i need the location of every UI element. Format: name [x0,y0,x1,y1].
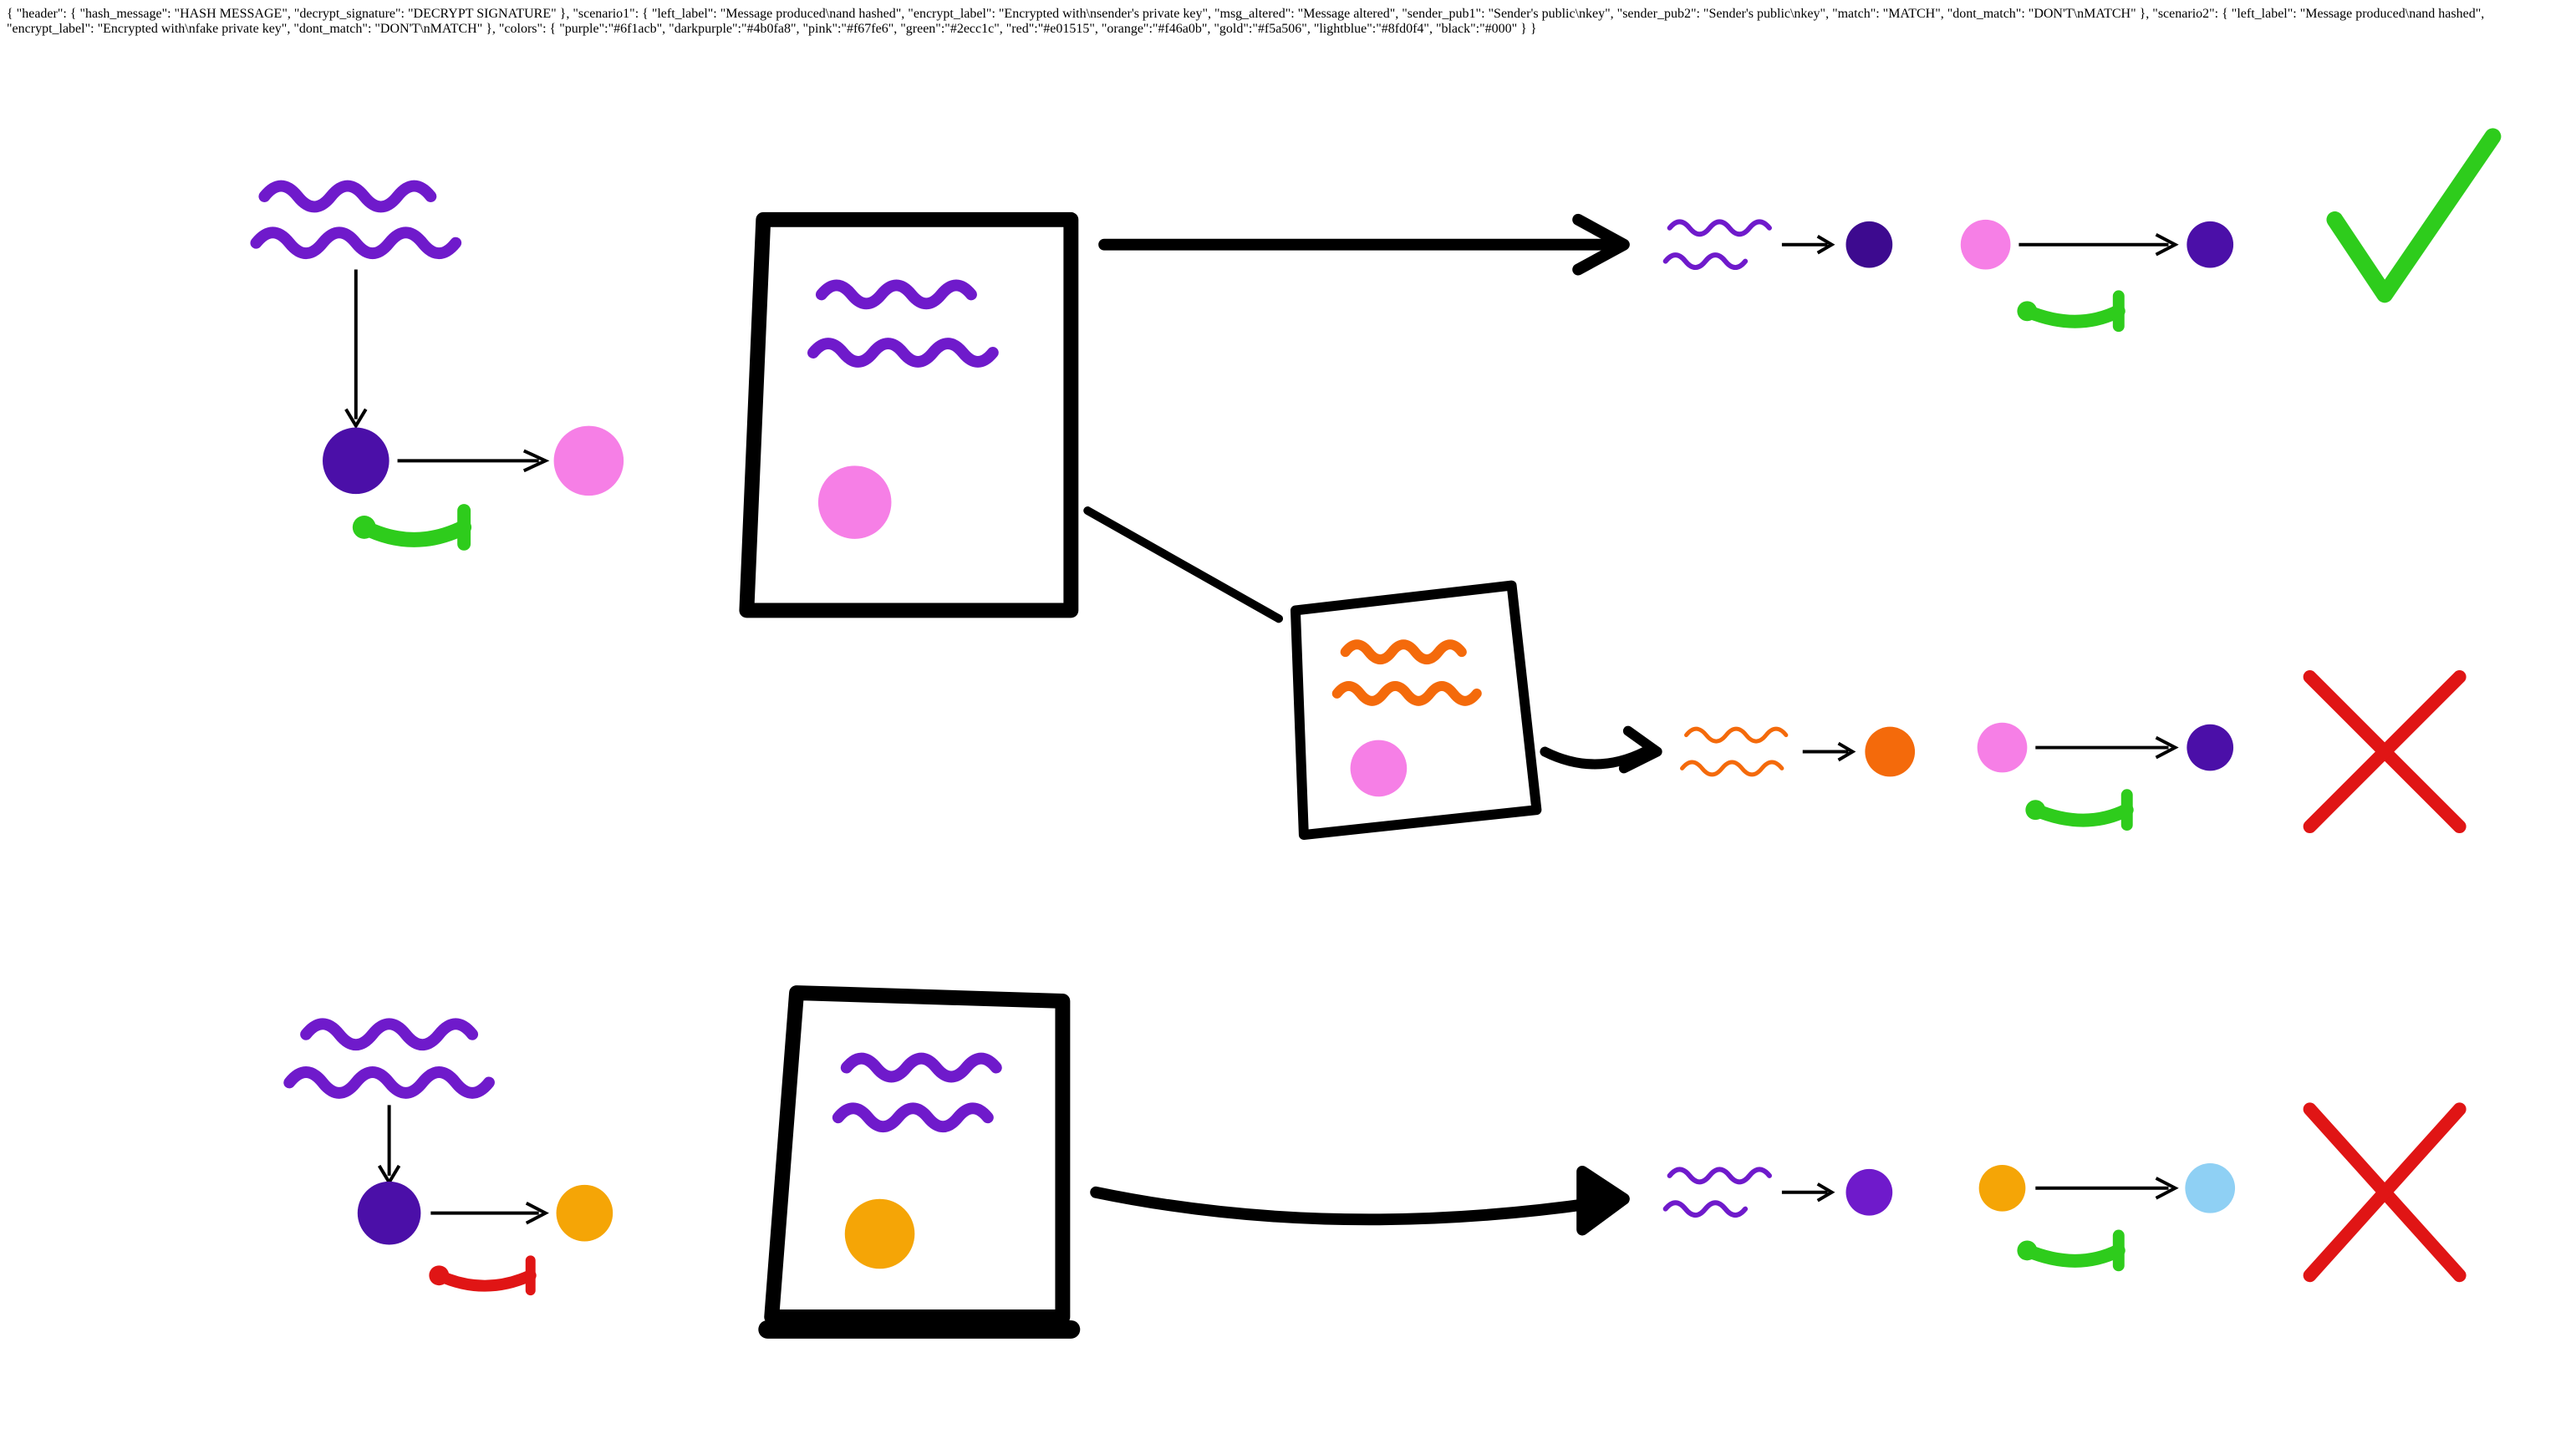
hash-dot-icon [358,1182,421,1245]
hash-squiggle-icon [1670,221,1769,234]
document-icon [771,993,1062,1317]
public-key-icon [2027,1250,2118,1260]
document-squiggle-icon [847,1059,996,1077]
altered-document-icon [1296,586,1536,835]
message-squiggle-icon [256,232,456,253]
public-key-icon [2035,810,2126,820]
decrypted-dot-icon [2187,221,2233,268]
document-icon [746,220,1071,611]
message-squiggle-icon [289,1072,489,1093]
altered-squiggle-icon [1346,644,1462,659]
hash-squiggle-icon [1666,255,1746,267]
document-signature-icon [818,465,892,539]
hash-dot-icon [1845,221,1892,268]
diagram-canvas [7,37,2569,1423]
arrow-icon [1582,1172,1624,1230]
public-key-icon [2027,311,2118,321]
hash-dot-icon [1845,1169,1892,1216]
public-key-icon [2017,1240,2037,1260]
altered-signature-icon [1351,740,1408,797]
signature-dot-icon [1961,220,2011,270]
hash-dot-icon [323,428,389,495]
public-key-icon [2017,301,2037,321]
document-squiggle-icon [838,1108,988,1126]
hash-squiggle-icon [1670,1169,1769,1182]
hash-squiggle-icon [1686,729,1785,741]
signature-dot-icon [554,426,624,496]
fake-key-icon [429,1265,449,1285]
document-squiggle-icon [822,285,971,303]
document-signature-icon [845,1199,915,1269]
hash-squiggle-icon [1683,762,1782,775]
document-squiggle-icon [813,343,993,362]
message-squiggle-icon [306,1024,472,1045]
private-key-icon [353,516,376,539]
signature-dot-icon [1978,723,2028,773]
arrow-icon [1096,1192,1611,1220]
checkmark-icon [2334,136,2492,294]
signature-dot-icon [557,1185,613,1242]
hash-dot-icon [1865,727,1915,777]
private-key-icon [364,527,464,540]
decrypted-dot-icon [2185,1163,2235,1213]
signature-dot-icon [1979,1165,2026,1212]
hash-squiggle-icon [1666,1203,1746,1215]
branch-line-icon [1087,511,1279,618]
public-key-icon [2025,800,2045,820]
decrypted-dot-icon [2187,725,2233,771]
altered-squiggle-icon [1337,686,1477,701]
fake-key-icon [439,1275,530,1285]
message-squiggle-icon [264,186,430,207]
